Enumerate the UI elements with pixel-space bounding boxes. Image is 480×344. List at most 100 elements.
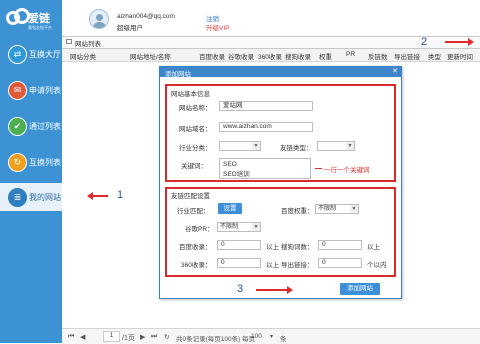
google-pr-select[interactable]: 不限制 ▼ <box>217 222 261 232</box>
keywords-label: 关键词： <box>181 163 207 170</box>
google-pr-label: 谷歌PR： <box>185 226 214 233</box>
tab-bar: 网站列表 <box>62 36 480 49</box>
per-page-select[interactable]: 100 <box>251 333 262 340</box>
sidebar: 爱链 最强友链平台 ⇄ 互换大厅 ✉ 申请列表 ✔ 通过列表 ↻ 互换列表 ≣ … <box>0 0 62 343</box>
sidebar-item-swap-list[interactable]: ↻ 互换列表 <box>0 148 62 176</box>
sidebar-item-label: 通过列表 <box>29 122 61 131</box>
dialog-title: 添加网站 <box>165 71 191 78</box>
record-summary: 共0条记录(每页100条) 每页 <box>176 336 256 343</box>
baidu-index-input[interactable]: 0 <box>217 240 261 250</box>
site-domain-input[interactable]: www.aizhan.com <box>219 122 313 132</box>
refresh-icon[interactable]: ↻ <box>164 333 170 341</box>
col-backlinks[interactable]: 反链数 <box>368 51 388 61</box>
link-match-section: 友链匹配设置 行业匹配： 设置 百度权重： 不限制 ▼ 谷歌PR： 不限制 ▼ … <box>165 187 396 277</box>
sidebar-item-approved-list[interactable]: ✔ 通过列表 <box>0 112 62 140</box>
my-sites-icon: ≣ <box>8 188 27 207</box>
app-subtitle: 最强友链平台 <box>28 25 52 30</box>
first-page-button[interactable]: ⏮ <box>68 333 74 341</box>
link-type-select[interactable]: ▼ <box>317 141 355 151</box>
exchange-hall-icon: ⇄ <box>8 45 27 64</box>
sidebar-item-my-sites[interactable]: ≣ 我的网站 <box>0 183 62 211</box>
sogou-index-input[interactable]: 0 <box>318 240 362 250</box>
s360-index-unit: 以上 <box>266 262 279 269</box>
page-number-input[interactable]: 1 <box>103 331 120 342</box>
annotation-number-1: 1 <box>117 189 124 201</box>
tab-site-list[interactable]: 网站列表 <box>75 38 101 48</box>
next-page-button[interactable]: ▶ <box>140 333 145 341</box>
col-360-index[interactable]: 360收录 <box>258 51 282 61</box>
google-pr-value: 不限制 <box>220 224 239 230</box>
per-page-unit: 条 <box>280 336 287 343</box>
category-label: 行业分类： <box>179 145 212 152</box>
approved-list-icon: ✔ <box>8 117 27 136</box>
annotation-number-3: 3 <box>237 283 244 295</box>
keywords-note: 一行一个关键词 <box>324 167 370 174</box>
col-sogou-index[interactable]: 搜狗收录 <box>285 51 311 61</box>
swap-list-icon: ↻ <box>8 153 27 172</box>
baidu-index-label: 百度收录： <box>179 244 212 251</box>
upgrade-vip-link[interactable]: 升级VIP <box>206 22 229 32</box>
industry-settings-button[interactable]: 设置 <box>218 203 242 214</box>
keyword-line: SEO培训 <box>223 171 250 178</box>
user-role: 超级用户 <box>117 25 143 32</box>
sidebar-item-label: 互换大厅 <box>29 50 61 59</box>
sidebar-item-label: 互换列表 <box>29 158 61 167</box>
category-select[interactable]: ▼ <box>219 141 261 151</box>
app-logo: 爱链 最强友链平台 <box>6 8 56 34</box>
sogou-index-unit: 以上 <box>367 244 380 251</box>
keyword-line: SEO <box>223 161 237 168</box>
baidu-weight-select[interactable]: 不限制 ▼ <box>315 204 359 214</box>
page-total: /1页 <box>122 335 135 342</box>
export-links-input[interactable]: 0 <box>318 258 362 268</box>
section-title: 网站基本信息 <box>171 91 210 98</box>
dialog-title-bar: 添加网站 ✕ <box>160 67 401 78</box>
col-weight[interactable]: 权重 <box>319 51 332 61</box>
export-links-label: 导出链接： <box>281 262 314 269</box>
note-pointer <box>315 168 322 169</box>
sidebar-item-exchange-hall[interactable]: ⇄ 互换大厅 <box>0 40 62 68</box>
col-url-name[interactable]: 网站地址/名称 <box>130 51 171 61</box>
baidu-weight-value: 不限制 <box>318 206 337 212</box>
export-links-unit: 个以内 <box>367 262 387 269</box>
add-site-button[interactable]: 添加网站 <box>340 283 380 295</box>
s360-index-input[interactable]: 0 <box>217 258 261 268</box>
sidebar-item-label: 申请列表 <box>29 86 61 95</box>
annotation-number-2: 2 <box>421 36 428 48</box>
last-page-button[interactable]: ⏭ <box>151 333 157 341</box>
site-name-label: 网站名称： <box>179 105 212 112</box>
add-site-dialog: 添加网站 ✕ 网站基本信息 网站名称： 爱站网 网站域名： www.aizhan… <box>159 66 402 299</box>
site-name-input[interactable]: 爱站网 <box>219 101 313 111</box>
baidu-weight-label: 百度权重： <box>281 208 314 215</box>
annotation-arrow-1 <box>87 192 108 200</box>
chevron-down-icon[interactable]: ▾ <box>270 333 273 340</box>
chevron-down-icon: ▼ <box>346 142 354 150</box>
col-google-index[interactable]: 谷歌收录 <box>228 51 254 61</box>
prev-page-button[interactable]: ◀ <box>80 333 85 341</box>
app-name: 爱链 <box>28 13 50 25</box>
sidebar-item-apply-list[interactable]: ✉ 申请列表 <box>0 76 62 104</box>
chevron-down-icon: ▼ <box>252 142 260 150</box>
s360-index-label: 360收录： <box>181 262 212 269</box>
section-title: 友链匹配设置 <box>171 193 210 200</box>
apply-list-icon: ✉ <box>8 81 27 100</box>
col-baidu-index[interactable]: 百度收录 <box>199 51 225 61</box>
link-type-label: 友链类型： <box>280 145 313 152</box>
col-pr[interactable]: PR <box>346 51 355 58</box>
annotation-arrow-2 <box>445 38 474 46</box>
pagination-bar: ⏮ ◀ 1 /1页 ▶ ⏭ ↻ 共0条记录(每页100条) 每页 100 ▾ 条 <box>62 328 480 344</box>
col-category[interactable]: 网站分类 <box>70 51 96 61</box>
site-domain-label: 网站域名： <box>179 126 212 133</box>
col-updated[interactable]: 更新时间 <box>447 51 473 61</box>
list-icon <box>66 39 72 44</box>
basic-info-section: 网站基本信息 网站名称： 爱站网 网站域名： www.aizhan.com 行业… <box>165 84 396 182</box>
close-icon[interactable]: ✕ <box>392 67 398 75</box>
col-type[interactable]: 类型 <box>428 51 441 61</box>
sidebar-item-label: 我的网站 <box>29 193 61 202</box>
sogou-index-label: 搜狗词数： <box>281 244 314 251</box>
table-header: 网站分类 网站地址/名称 百度收录 谷歌收录 360收录 搜狗收录 权重 PR … <box>62 49 480 62</box>
baidu-index-unit: 以上 <box>266 244 279 251</box>
keywords-textarea[interactable]: SEO SEO培训 <box>219 158 311 179</box>
col-export-links[interactable]: 导出链接 <box>394 51 420 61</box>
annotation-arrow-3 <box>256 286 293 294</box>
user-email: aizhan004@qq.com <box>117 13 175 20</box>
